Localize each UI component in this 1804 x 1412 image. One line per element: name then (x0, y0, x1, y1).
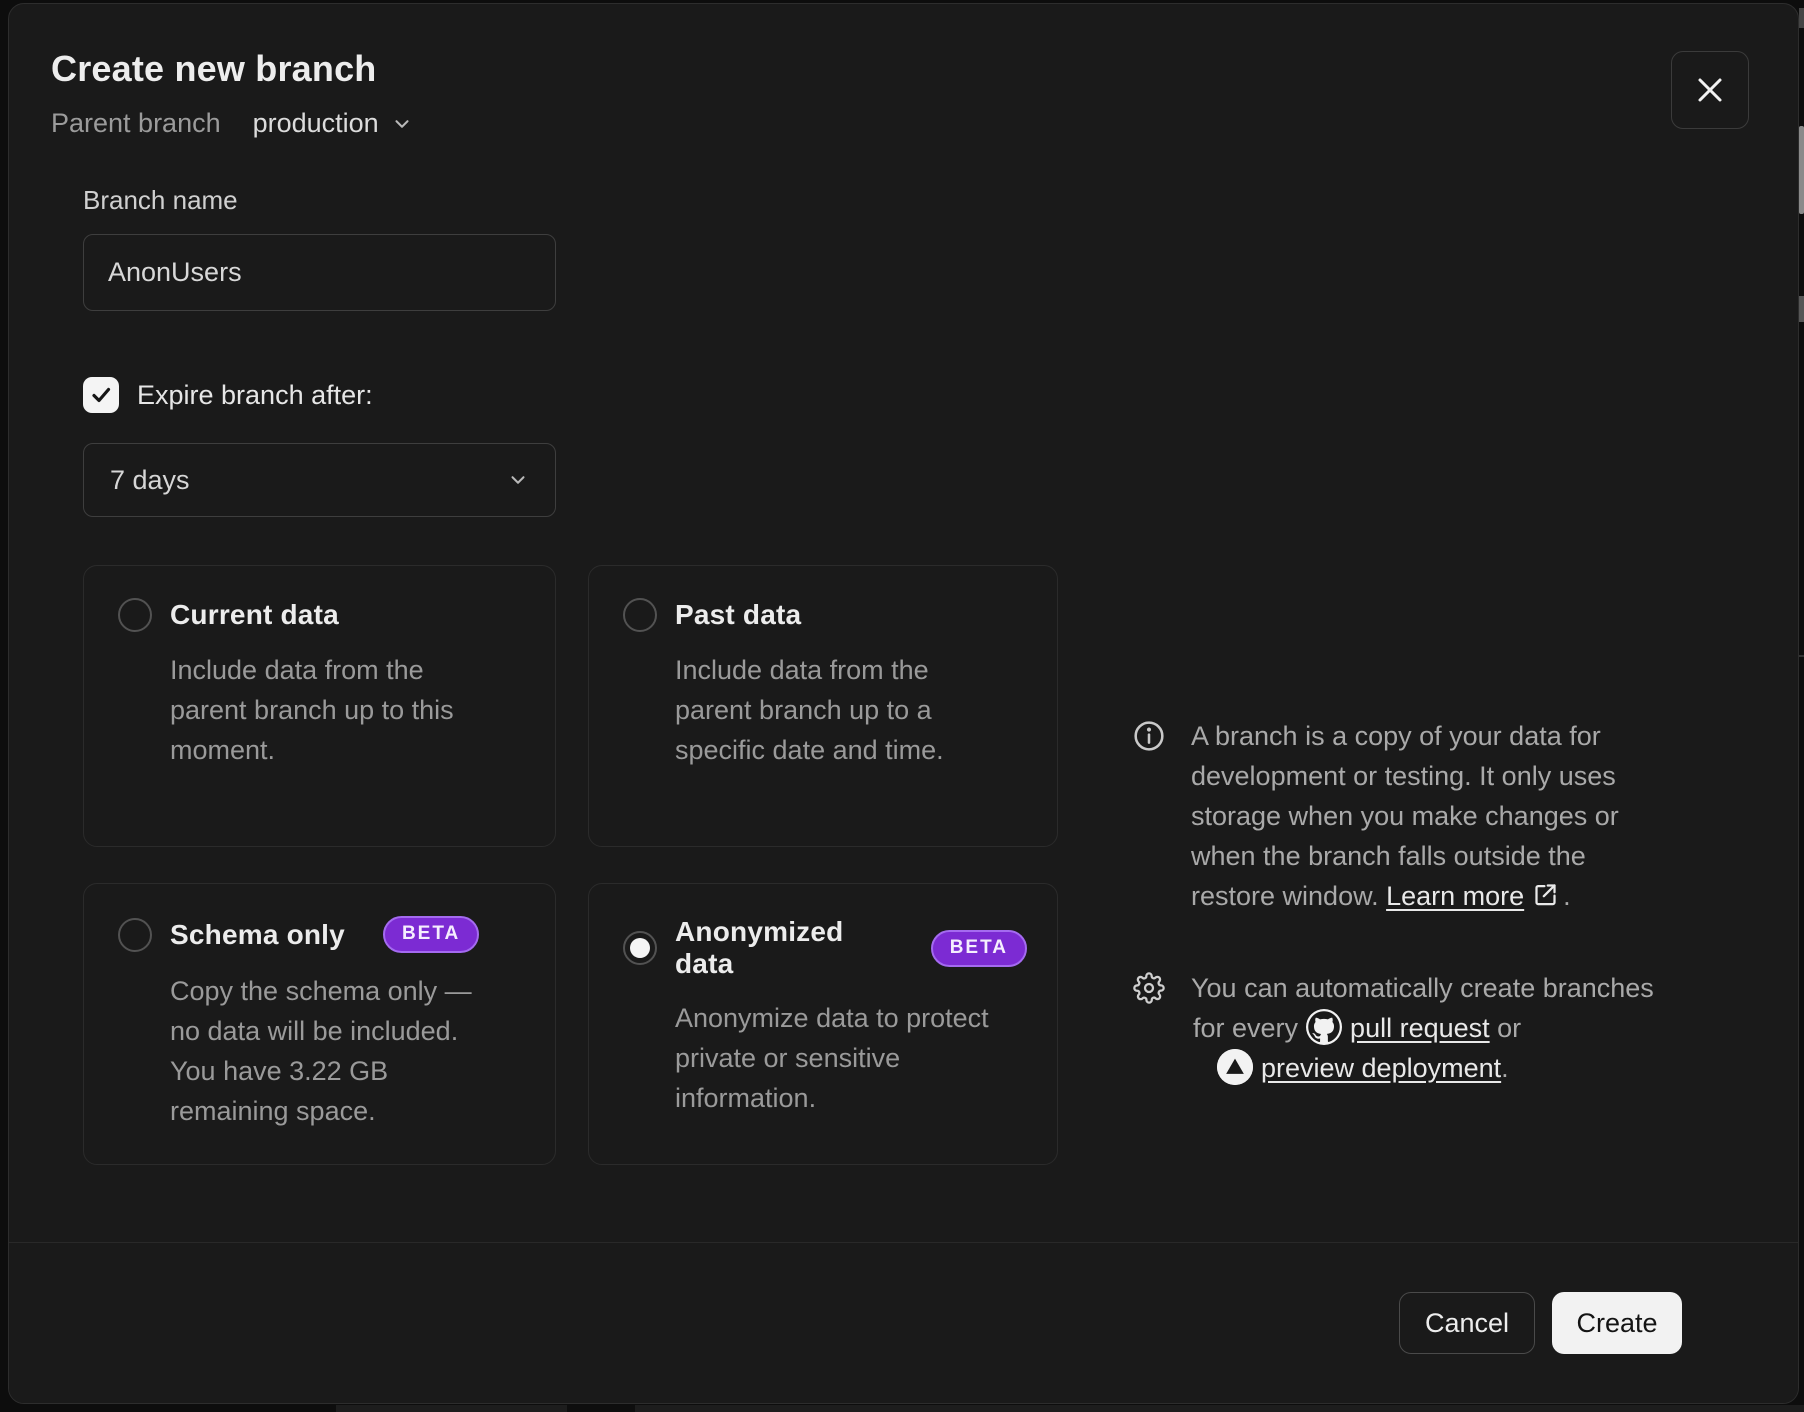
radio-current-data[interactable] (118, 598, 152, 632)
info-icon (1133, 720, 1165, 752)
option-title: Anonymized data (675, 916, 893, 980)
right-edge-artifacts (1799, 0, 1804, 1412)
radio-anonymized-data[interactable] (623, 931, 657, 965)
automation-note: You can automatically create branches fo… (1133, 968, 1713, 1088)
close-icon (1695, 75, 1725, 105)
expire-duration-select[interactable]: 7 days (83, 443, 556, 517)
pull-request-link[interactable]: pull request (1350, 1013, 1490, 1043)
vercel-icon (1217, 1049, 1253, 1085)
info-line: A branch is a copy of your data for (1191, 716, 1691, 756)
info-line: development or testing. It only uses (1191, 756, 1691, 796)
cancel-button[interactable]: Cancel (1399, 1292, 1535, 1354)
scrollbar-thumb[interactable] (1799, 126, 1804, 214)
bottom-edge-strip (336, 1405, 1804, 1412)
option-description: Include data from theparent branch up to… (675, 650, 1011, 770)
parent-branch-label: Parent branch (51, 108, 221, 139)
info-line: when the branch falls outside the (1191, 836, 1691, 876)
automation-line: preview deployment. (1217, 1048, 1691, 1088)
info-line: storage when you make changes or (1191, 796, 1691, 836)
option-description: Include data from theparent branch up to… (170, 650, 506, 770)
parent-branch-select[interactable]: production (253, 108, 413, 139)
page-fragment (1799, 655, 1804, 657)
option-card-past-data[interactable]: Past data Include data from theparent br… (588, 565, 1058, 847)
option-title: Past data (675, 599, 801, 631)
expire-checkbox[interactable] (83, 377, 119, 413)
branch-name-input[interactable] (83, 234, 556, 311)
beta-badge: BETA (931, 930, 1027, 967)
page-fragment (1799, 8, 1804, 28)
chevron-down-icon (391, 113, 413, 135)
parent-branch-value: production (253, 108, 379, 139)
option-card-anonymized-data[interactable]: Anonymized data BETA Anonymize data to p… (588, 883, 1058, 1165)
learn-more-link[interactable]: Learn more (1386, 881, 1524, 911)
expire-duration-value: 7 days (110, 465, 190, 496)
info-panel: A branch is a copy of your data for deve… (1133, 716, 1713, 1088)
github-icon (1306, 1009, 1342, 1045)
radio-schema-only[interactable] (118, 918, 152, 952)
automation-line: for everypull request or (1193, 1008, 1691, 1048)
page-title: Create new branch (51, 48, 1798, 90)
chevron-down-icon (507, 469, 529, 491)
info-line-last: restore window. Learn more. (1191, 876, 1691, 916)
page-fragment (1799, 296, 1804, 322)
close-button[interactable] (1671, 51, 1749, 129)
option-title: Current data (170, 599, 339, 631)
create-branch-modal: Create new branch Parent branch producti… (8, 3, 1799, 1404)
automation-line: You can automatically create branches (1191, 968, 1691, 1008)
beta-badge: BETA (383, 916, 479, 953)
gear-icon (1133, 972, 1165, 1004)
expire-label: Expire branch after: (137, 380, 373, 411)
option-description: Copy the schema only —no data will be in… (170, 971, 506, 1131)
option-title: Schema only (170, 919, 345, 951)
radio-past-data[interactable] (623, 598, 657, 632)
external-link-icon (1532, 881, 1559, 908)
modal-footer: Cancel Create (9, 1242, 1798, 1403)
option-card-current-data[interactable]: Current data Include data from theparent… (83, 565, 556, 847)
branch-name-label: Branch name (83, 185, 556, 216)
page-fragment (567, 1405, 635, 1412)
checkmark-icon (89, 383, 113, 407)
option-description: Anonymize data to protectprivate or sens… (675, 998, 1011, 1118)
option-card-schema-only[interactable]: Schema only BETA Copy the schema only —n… (83, 883, 556, 1165)
create-button[interactable]: Create (1552, 1292, 1682, 1354)
branch-info-note: A branch is a copy of your data for deve… (1133, 716, 1713, 916)
preview-deployment-link[interactable]: preview deployment (1261, 1053, 1501, 1083)
